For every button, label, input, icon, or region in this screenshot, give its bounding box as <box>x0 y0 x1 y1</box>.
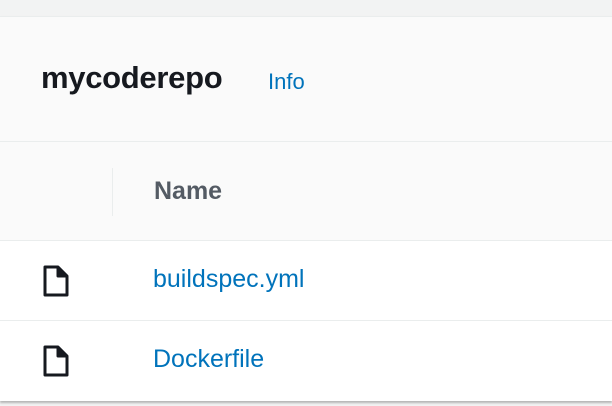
file-link-dockerfile[interactable]: Dockerfile <box>153 345 264 374</box>
file-icon <box>43 265 69 297</box>
file-link-buildspec[interactable]: buildspec.yml <box>153 265 304 294</box>
table-row: buildspec.yml <box>0 241 612 321</box>
info-link[interactable]: Info <box>268 69 305 95</box>
file-icon <box>43 345 69 377</box>
table-row: Dockerfile <box>0 321 612 400</box>
repository-title: mycoderepo <box>41 60 223 95</box>
table-header: Name <box>0 142 612 241</box>
repository-panel: mycoderepo Info Name buildspec.yml Docke… <box>0 16 612 401</box>
panel-header: mycoderepo Info <box>0 17 612 142</box>
column-divider[interactable] <box>112 168 113 216</box>
column-header-name[interactable]: Name <box>154 177 222 206</box>
